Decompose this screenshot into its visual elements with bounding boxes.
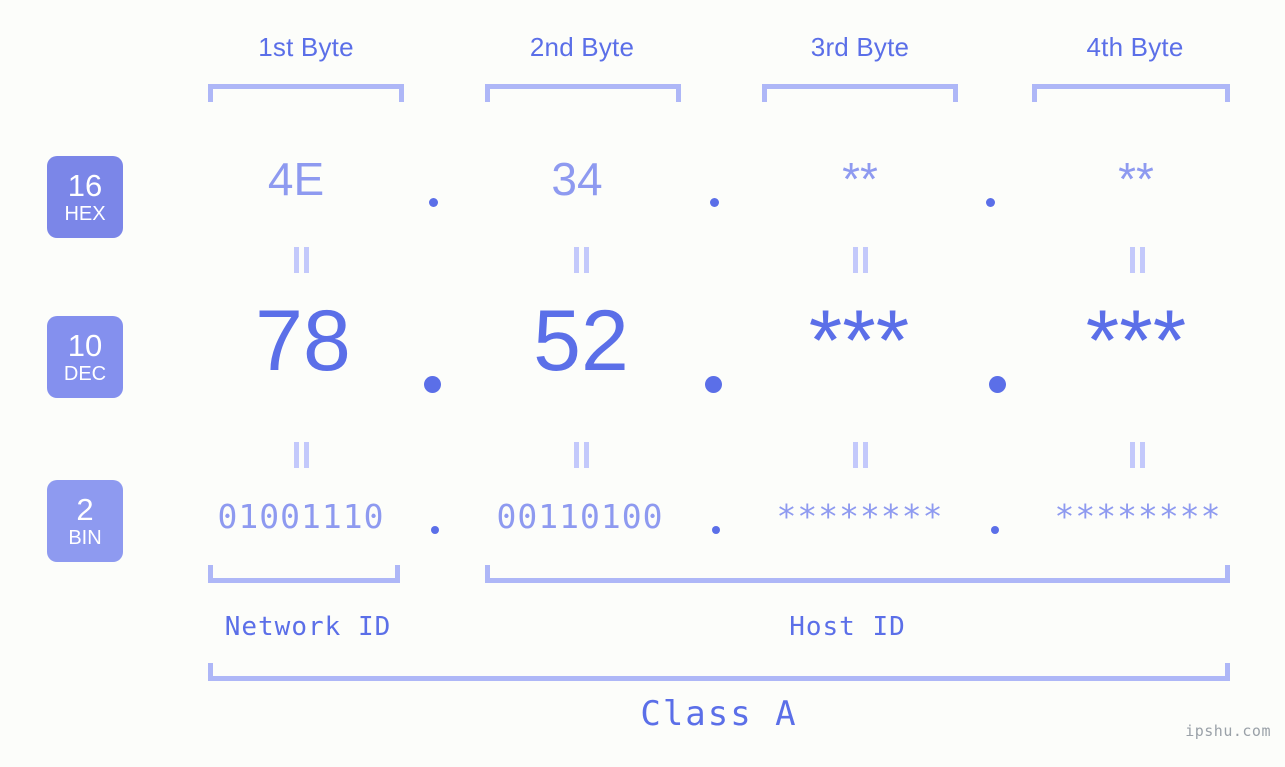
class-label: Class A xyxy=(640,694,798,734)
equals-dec-bin-1 xyxy=(291,442,311,468)
hex-byte-1: 4E xyxy=(267,153,325,205)
hex-separator-dot-2 xyxy=(710,198,719,207)
network-id-bracket xyxy=(208,565,400,583)
hex-separator-dot-1 xyxy=(429,198,438,207)
base-badge-dec[interactable]: 10 DEC xyxy=(47,316,123,398)
byte-header-1: 1st Byte xyxy=(258,32,354,62)
base-badge-bin[interactable]: 2 BIN xyxy=(47,480,123,562)
dec-separator-dot-1 xyxy=(424,376,441,393)
host-id-bracket xyxy=(485,565,1230,583)
byte-bracket-3 xyxy=(762,84,958,102)
byte-header-3: 3rd Byte xyxy=(810,32,910,62)
equals-hex-dec-3 xyxy=(850,247,870,273)
host-id-label: Host ID xyxy=(789,612,906,642)
base-badge-hex[interactable]: 16 HEX xyxy=(47,156,123,238)
dec-byte-2: 52 xyxy=(533,293,629,389)
byte-bracket-2 xyxy=(485,84,681,102)
dec-byte-4: *** xyxy=(1085,293,1187,389)
equals-dec-bin-2 xyxy=(571,442,591,468)
base-badge-dec-number: 10 xyxy=(67,328,103,363)
bin-byte-2: 00110100 xyxy=(496,497,664,536)
hex-byte-3: ** xyxy=(842,153,878,205)
base-badge-bin-number: 2 xyxy=(76,492,94,527)
network-id-label: Network ID xyxy=(224,612,392,642)
bin-separator-dot-2 xyxy=(712,526,720,534)
byte-bracket-4 xyxy=(1032,84,1230,102)
bin-byte-4: ******** xyxy=(1054,497,1222,536)
bin-byte-1: 01001110 xyxy=(217,497,385,536)
site-watermark: ipshu.com xyxy=(1185,722,1271,740)
base-badge-dec-label: DEC xyxy=(63,363,107,385)
dec-separator-dot-2 xyxy=(705,376,722,393)
bin-separator-dot-1 xyxy=(431,526,439,534)
bin-byte-3: ******** xyxy=(776,497,944,536)
dec-byte-1: 78 xyxy=(255,293,351,389)
byte-header-4: 4th Byte xyxy=(1086,32,1184,62)
dec-byte-3: *** xyxy=(808,293,910,389)
equals-dec-bin-4 xyxy=(1127,442,1147,468)
equals-hex-dec-2 xyxy=(571,247,591,273)
base-badge-hex-label: HEX xyxy=(64,203,106,225)
base-badge-hex-number: 16 xyxy=(67,168,103,203)
base-badge-bin-label: BIN xyxy=(68,527,102,549)
class-bracket xyxy=(208,663,1230,681)
equals-hex-dec-1 xyxy=(291,247,311,273)
byte-bracket-1 xyxy=(208,84,404,102)
hex-byte-4: ** xyxy=(1118,153,1154,205)
hex-byte-2: 34 xyxy=(551,153,603,205)
dec-separator-dot-3 xyxy=(989,376,1006,393)
equals-dec-bin-3 xyxy=(850,442,870,468)
equals-hex-dec-4 xyxy=(1127,247,1147,273)
byte-header-2: 2nd Byte xyxy=(529,32,635,62)
bin-separator-dot-3 xyxy=(991,526,999,534)
hex-separator-dot-3 xyxy=(986,198,995,207)
